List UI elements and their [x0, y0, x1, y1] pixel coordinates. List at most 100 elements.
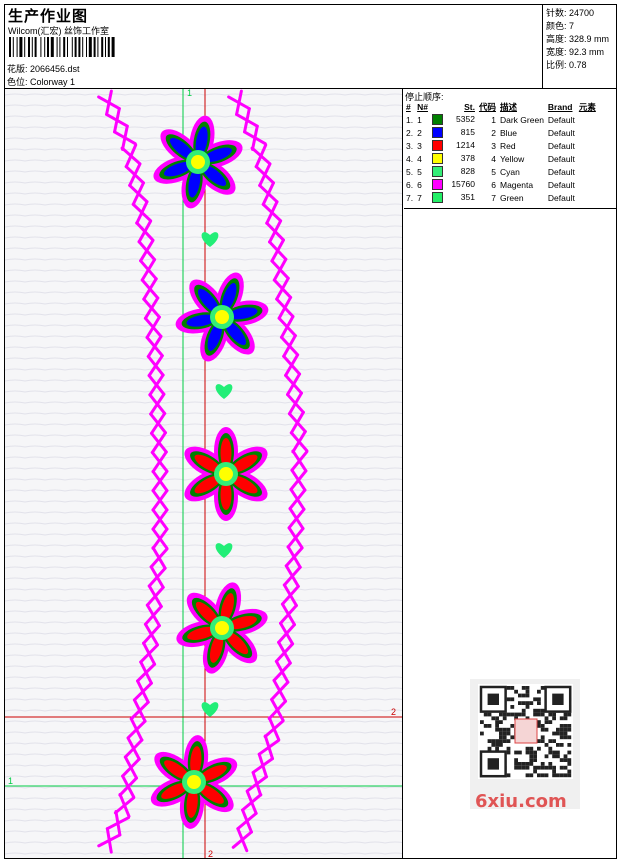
qr-module: [491, 743, 496, 747]
guide-label: 1: [8, 776, 13, 786]
barcode-bar: [31, 37, 33, 57]
qr-module: [491, 716, 496, 721]
qr-module: [495, 743, 499, 747]
left-vine-stitch: [145, 334, 164, 359]
qr-module: [548, 720, 553, 724]
needle-cell: 2: [417, 127, 422, 138]
qr-module: [559, 716, 564, 721]
qr-module: [510, 724, 515, 728]
qr-module: [559, 724, 564, 728]
qr-module: [552, 750, 556, 755]
qr-module: [510, 735, 515, 740]
qr-module: [537, 746, 541, 751]
qr-module: [521, 686, 526, 690]
qr-module: [567, 743, 572, 747]
qr-module: [506, 731, 511, 736]
barcode-bar: [16, 37, 18, 57]
qr-module: [552, 765, 556, 770]
right-vine-stitch: [265, 219, 285, 244]
background-texture: [5, 720, 402, 723]
color-swatch: [431, 179, 443, 191]
desc-cell: Blue: [499, 127, 517, 138]
qr-module: [525, 762, 530, 766]
left-vine-stitch: [148, 392, 167, 416]
left-vine-stitch: [147, 565, 167, 589]
qr-finder-center: [487, 758, 499, 770]
qr-module: [540, 686, 545, 690]
right-vine-stitch: [268, 238, 288, 263]
qr-module: [533, 765, 537, 770]
flower-3: [184, 427, 268, 521]
qr-module: [567, 758, 572, 762]
flower-center: [219, 467, 233, 481]
qr-module: [506, 739, 511, 743]
color-swatch: [431, 153, 443, 165]
left-vine-stitch: [143, 315, 163, 339]
qr-module: [506, 750, 511, 755]
barcode-bar: [28, 37, 30, 57]
code-cell: 2: [491, 127, 496, 138]
background-texture: [5, 247, 402, 250]
table-row: 3. 3 1214 3 Red Default: [404, 139, 598, 152]
qr-module: [552, 754, 556, 759]
qr-module: [529, 750, 534, 755]
background-texture: [5, 269, 402, 272]
qr-module: [548, 746, 553, 751]
needle-cell: 5: [417, 166, 422, 177]
needle-cell: 7: [417, 192, 422, 203]
barcode-bar: [24, 37, 26, 57]
barcode-bar: [67, 37, 68, 57]
background-texture: [5, 390, 402, 393]
element-cell: [577, 152, 598, 165]
barcode-bar: [101, 37, 104, 57]
qr-module: [518, 693, 522, 698]
index-cell: 7.: [406, 192, 414, 203]
qr-module: [548, 765, 553, 770]
brand-cell: Default: [547, 153, 575, 164]
qr-module: [529, 762, 534, 766]
qr-module: [499, 731, 503, 736]
column-header: 描述: [499, 102, 517, 112]
left-vine-stitch: [151, 469, 169, 493]
index-cell: 4.: [406, 153, 414, 164]
qr-module: [533, 758, 537, 762]
qr-module: [567, 750, 572, 755]
index-cell: 5.: [406, 166, 414, 177]
qr-module: [499, 735, 503, 740]
heart-4: [201, 702, 219, 717]
background-texture: [5, 852, 402, 855]
qr-module: [567, 724, 572, 728]
left-vine-stitch: [147, 373, 166, 397]
left-vine-stitch: [131, 200, 153, 225]
background-texture: [5, 445, 402, 448]
qr-module: [544, 720, 549, 724]
barcode: [9, 37, 115, 57]
brand-cell: Default: [547, 114, 575, 125]
right-vine-stitch: [284, 545, 304, 569]
qr-module: [510, 712, 515, 717]
design-canvas[interactable]: 1 1 2 2: [5, 89, 403, 858]
qr-module: [521, 765, 526, 770]
qr-module: [502, 716, 507, 721]
color-swatch: [431, 166, 443, 178]
needle-cell: 4: [417, 153, 422, 164]
qr-module: [563, 731, 568, 736]
design-file: 花版: 2066456.dst: [7, 64, 80, 74]
stitch-cell: 351: [430, 191, 477, 204]
watermark-text: 6xiu.com: [475, 791, 567, 812]
right-vine-stitch: [288, 487, 307, 511]
qr-code-graphic: [478, 684, 573, 779]
flower-4: [176, 582, 268, 674]
barcode-bar: [86, 37, 87, 57]
qr-module: [525, 693, 530, 698]
left-vine-stitch: [137, 238, 157, 263]
barcode-bar: [19, 37, 23, 57]
barcode-bar: [44, 37, 46, 57]
embroidery-preview: 1 1 2 2: [5, 89, 402, 858]
right-vine-stitch: [287, 410, 307, 435]
qr-module: [495, 724, 499, 728]
qr-module: [502, 739, 507, 743]
qr-module: [537, 739, 541, 743]
index-cell: 6.: [406, 179, 414, 190]
qr-module: [540, 765, 545, 770]
